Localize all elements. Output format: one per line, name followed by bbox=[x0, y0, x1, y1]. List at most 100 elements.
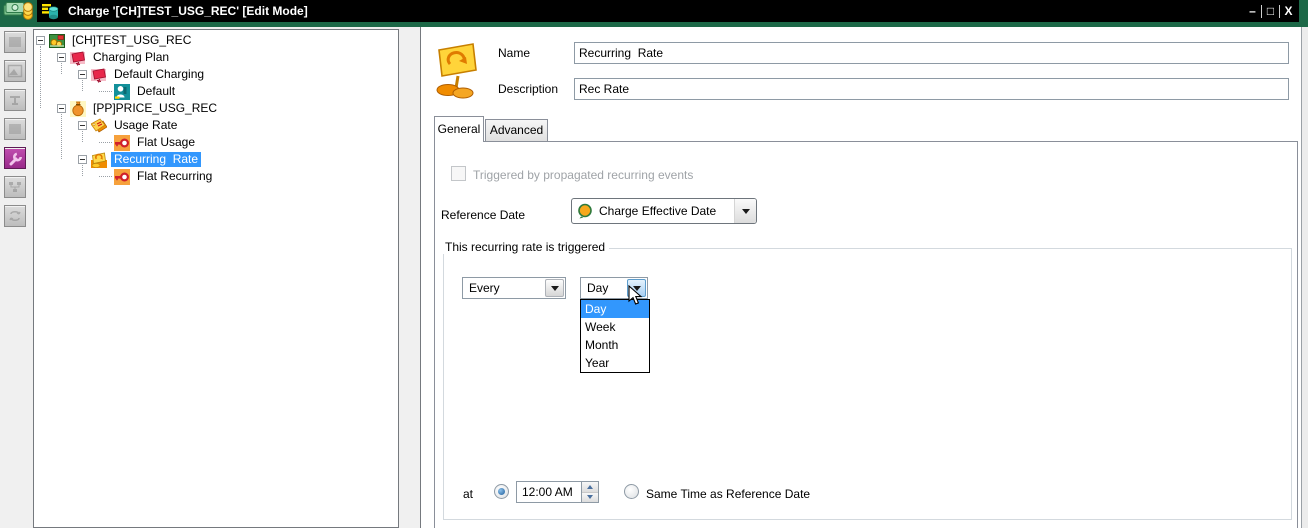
reference-date-combobox[interactable]: Charge Effective Date bbox=[571, 198, 757, 224]
trigger-group-box bbox=[443, 248, 1292, 520]
detail-panel: Name Description General Advanced Trigge… bbox=[420, 27, 1301, 528]
charge-icon bbox=[49, 33, 65, 49]
spin-down-button[interactable] bbox=[582, 492, 598, 502]
toolbar-blank-button-2[interactable] bbox=[4, 118, 26, 140]
collapse-expander-icon[interactable] bbox=[78, 155, 87, 164]
collapse-expander-icon[interactable] bbox=[36, 36, 45, 45]
wrench-tool-icon bbox=[9, 152, 23, 166]
blank-tool-icon-2 bbox=[9, 124, 21, 134]
trigger-group-title: This recurring rate is triggered bbox=[441, 240, 610, 254]
tree-item-charging-plan[interactable]: Charging Plan bbox=[34, 49, 398, 66]
collapse-expander-icon[interactable] bbox=[57, 104, 66, 113]
collapse-expander-icon[interactable] bbox=[78, 70, 87, 79]
frequency-dropdown-button[interactable] bbox=[545, 279, 564, 297]
time-spinner[interactable]: 12:00 AM bbox=[516, 481, 599, 503]
tree-item-label[interactable]: Recurring Rate bbox=[111, 152, 202, 167]
charge-document-icon bbox=[42, 3, 59, 20]
tree-item-recurring-rate[interactable]: Recurring Rate bbox=[34, 151, 398, 168]
window-right-edge bbox=[1301, 27, 1308, 528]
at-time-radio[interactable] bbox=[494, 484, 509, 499]
tree-leaf-connector bbox=[99, 168, 112, 177]
toolbar-blank-button[interactable] bbox=[4, 31, 26, 53]
tree-item-price-plan[interactable]: [PP]PRICE_USG_REC bbox=[34, 100, 398, 117]
propagated-events-checkbox[interactable] bbox=[451, 166, 466, 181]
default-member-icon bbox=[114, 83, 130, 100]
same-time-radio[interactable] bbox=[624, 484, 639, 499]
tree-item-label[interactable]: Charging Plan bbox=[90, 50, 172, 65]
time-value[interactable]: 12:00 AM bbox=[516, 481, 582, 503]
window-title: Charge '[CH]TEST_USG_REC' [Edit Mode] bbox=[68, 4, 308, 18]
tree-leaf-connector bbox=[99, 83, 112, 92]
tree-item-label[interactable]: Default bbox=[134, 84, 178, 99]
entity-tree-panel: [CH]TEST_USG_REC Charging Plan Default C… bbox=[33, 29, 399, 528]
flat-rate-icon bbox=[114, 168, 130, 185]
refresh-tool-icon bbox=[9, 210, 21, 222]
recurring-rate-header-icon bbox=[435, 42, 479, 103]
blank-tool-icon bbox=[9, 37, 21, 47]
title-text-area: Charge '[CH]TEST_USG_REC' [Edit Mode] – … bbox=[37, 0, 1299, 22]
tree-item-default[interactable]: Default bbox=[34, 83, 398, 100]
dropdown-option-week[interactable]: Week bbox=[581, 318, 649, 336]
money-coins-icon bbox=[3, 1, 35, 24]
period-combobox[interactable]: Day bbox=[580, 277, 648, 299]
dropdown-option-year[interactable]: Year bbox=[581, 354, 649, 372]
tree-item-usage-rate[interactable]: Usage Rate bbox=[34, 117, 398, 134]
tab-general[interactable]: General bbox=[434, 116, 484, 142]
hierarchy-tool-icon bbox=[9, 182, 21, 192]
app-window: Charge '[CH]TEST_USG_REC' [Edit Mode] – … bbox=[0, 0, 1308, 528]
time-spin-buttons bbox=[582, 481, 599, 503]
tree-item-label[interactable]: Flat Recurring bbox=[134, 169, 215, 184]
picture-tool-icon bbox=[7, 64, 23, 78]
chevron-down-icon bbox=[632, 286, 641, 295]
reference-date-value: Charge Effective Date bbox=[599, 204, 717, 218]
reference-date-label: Reference Date bbox=[441, 208, 526, 222]
tree-item-label[interactable]: Flat Usage bbox=[134, 135, 198, 150]
period-value: Day bbox=[587, 281, 609, 295]
minimize-button[interactable]: – bbox=[1244, 0, 1261, 22]
tree-item-label[interactable]: Usage Rate bbox=[111, 118, 180, 133]
chevron-up-icon bbox=[587, 482, 593, 490]
close-button[interactable]: X bbox=[1280, 0, 1297, 22]
charging-plan-icon bbox=[70, 50, 86, 66]
spin-up-button[interactable] bbox=[582, 482, 598, 493]
chevron-down-icon bbox=[587, 494, 593, 502]
frequency-combobox[interactable]: Every bbox=[462, 277, 566, 299]
period-dropdown-button[interactable] bbox=[627, 279, 646, 297]
chevron-down-icon bbox=[741, 209, 750, 218]
restore-button[interactable]: □ bbox=[1262, 0, 1279, 22]
reference-date-dropdown-button[interactable] bbox=[734, 199, 756, 223]
tree-item-label[interactable]: Default Charging bbox=[111, 67, 207, 82]
toolbar-table-button[interactable] bbox=[4, 89, 26, 111]
tab-advanced[interactable]: Advanced bbox=[485, 119, 548, 142]
table-tool-icon bbox=[10, 96, 20, 105]
tree-item-label[interactable]: [CH]TEST_USG_REC bbox=[69, 33, 194, 48]
period-dropdown-list: Day Week Month Year bbox=[580, 299, 650, 373]
name-input[interactable] bbox=[574, 42, 1289, 64]
frequency-value: Every bbox=[469, 281, 500, 295]
tree-item-label[interactable]: [PP]PRICE_USG_REC bbox=[90, 101, 220, 116]
window-controls: – □ X bbox=[1244, 0, 1297, 22]
propagated-events-label: Triggered by propagated recurring events bbox=[473, 168, 694, 182]
collapse-expander-icon[interactable] bbox=[57, 53, 66, 62]
collapse-expander-icon[interactable] bbox=[78, 121, 87, 130]
toolbar-hierarchy-button[interactable] bbox=[4, 176, 26, 198]
toolbar-wrench-button[interactable] bbox=[4, 147, 26, 169]
charging-plan-icon bbox=[91, 67, 107, 83]
dropdown-option-day[interactable]: Day bbox=[581, 300, 649, 318]
tree-item-charge-root[interactable]: [CH]TEST_USG_REC bbox=[34, 32, 398, 49]
usage-rate-icon bbox=[91, 117, 107, 134]
tree-item-flat-recurring[interactable]: Flat Recurring bbox=[34, 168, 398, 185]
recurring-rate-icon bbox=[91, 152, 107, 168]
tree-item-default-charging[interactable]: Default Charging bbox=[34, 66, 398, 83]
at-label: at bbox=[463, 487, 474, 501]
name-label: Name bbox=[498, 46, 531, 60]
price-plan-icon bbox=[70, 100, 86, 117]
toolbar-refresh-button[interactable] bbox=[4, 205, 26, 227]
tree-leaf-connector bbox=[99, 134, 112, 143]
description-input[interactable] bbox=[574, 78, 1289, 100]
tree-item-flat-usage[interactable]: Flat Usage bbox=[34, 134, 398, 151]
same-time-label: Same Time as Reference Date bbox=[646, 487, 811, 501]
dropdown-option-month[interactable]: Month bbox=[581, 336, 649, 354]
effective-date-icon bbox=[577, 203, 593, 219]
toolbar-picture-button[interactable] bbox=[4, 60, 26, 82]
